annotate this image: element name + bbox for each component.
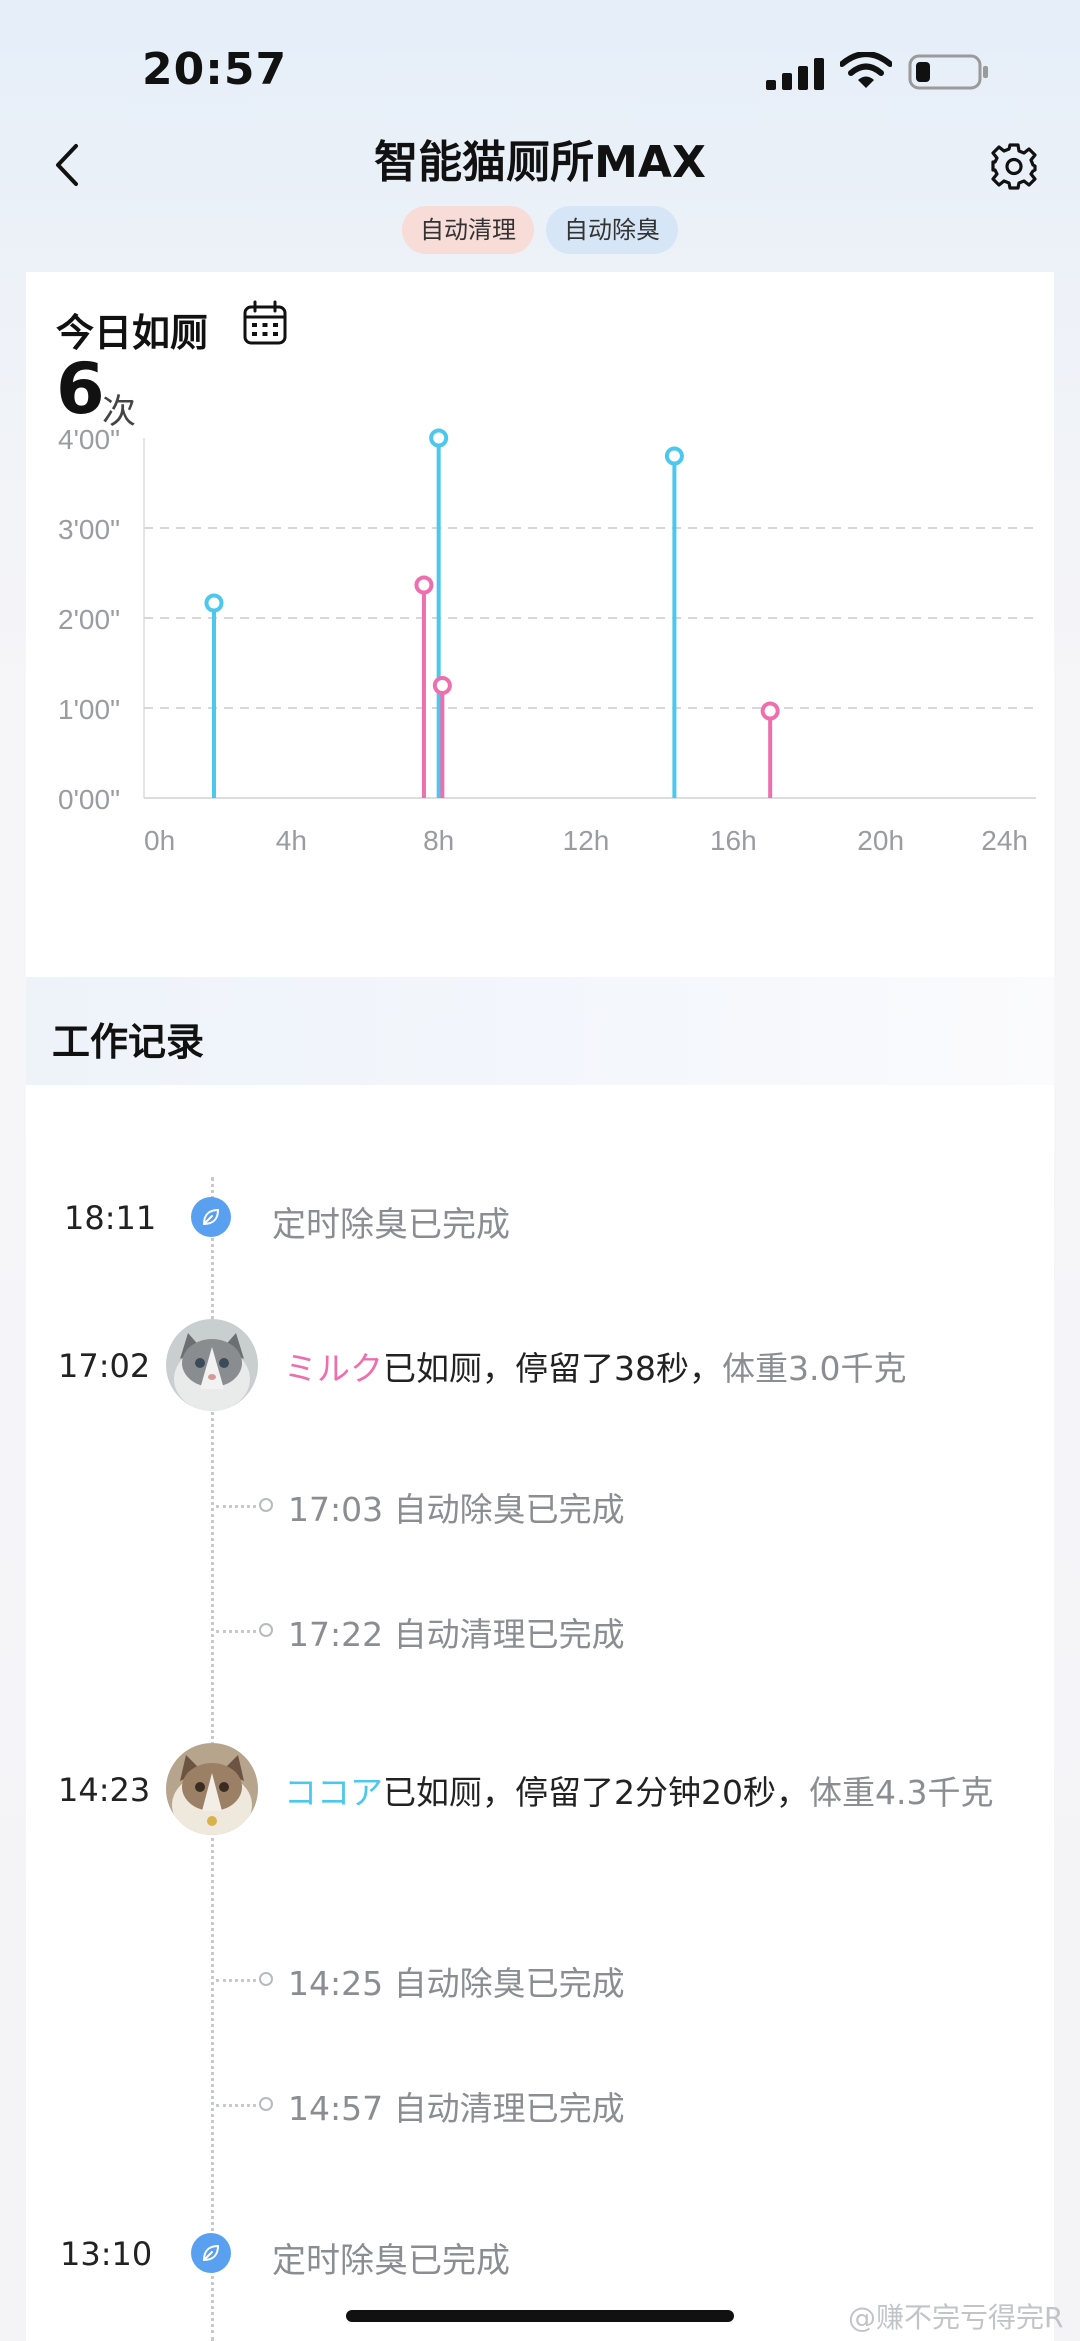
data-point [429, 428, 449, 448]
y-tick-label: 1'00" [58, 694, 120, 725]
y-tick-label: 4'00" [58, 424, 120, 455]
record-time: 18:11 [64, 1199, 157, 1237]
sub-event-text: 17:22 自动清理已完成 [288, 1615, 625, 1654]
sub-event-dot [259, 2097, 273, 2111]
x-tick-label: 24h [981, 825, 1028, 856]
deodorize-leaf-icon [191, 2233, 231, 2273]
today-usage-card: 今日如厕 6 次 0'00" 1'00" 2'00" 3'00" 4'00" 0h 4h 8h… [26, 272, 1054, 977]
x-tick-label: 8h [423, 825, 454, 856]
sub-event-text: 14:57 自动清理已完成 [288, 2089, 625, 2128]
y-tick-label: 0'00" [58, 784, 120, 815]
cat-name-link[interactable]: ミルク [284, 1349, 383, 1388]
records-title: 工作记录 [52, 1020, 205, 1064]
x-tick-label: 4h [276, 825, 307, 856]
settings-gear-icon[interactable] [990, 142, 1038, 190]
y-tick-label: 2'00" [58, 604, 120, 635]
x-tick-label: 12h [563, 825, 610, 856]
deodorize-leaf-icon [191, 1197, 231, 1237]
wifi-icon [840, 52, 892, 88]
x-tick-label: 20h [857, 825, 904, 856]
work-records-section: 工作记录 18:11 定时除臭已完成 17:02 ミルク已如厕，停留了38秒，体… [26, 977, 1054, 2341]
cat-weight: 体重3.0千克 [722, 1349, 907, 1388]
timeline-branch [216, 1505, 256, 1508]
sub-event-dot [259, 1623, 273, 1637]
feature-tags: 自动清理 自动除臭 [0, 206, 1080, 254]
timeline-branch [216, 2104, 256, 2107]
record-event-text: ココア已如厕，停留了2分钟20秒，体重4.3千克 [284, 1769, 1004, 1817]
status-time: 20:57 [142, 44, 288, 95]
data-point [204, 593, 224, 613]
calendar-icon[interactable] [242, 300, 288, 346]
cat-avatar-milk[interactable] [166, 1319, 258, 1411]
records-header: 工作记录 [26, 977, 1054, 1085]
battery-icon [908, 54, 988, 90]
data-point [414, 575, 434, 595]
sub-event-text: 14:25 自动除臭已完成 [288, 1964, 625, 2003]
tag-auto-clean: 自动清理 [402, 206, 534, 254]
sub-event-text: 17:03 自动除臭已完成 [288, 1490, 625, 1529]
x-tick-label: 16h [710, 825, 757, 856]
cat-avatar-cocoa[interactable] [166, 1743, 258, 1835]
record-text: 定时除臭已完成 [272, 2241, 510, 2281]
record-time: 14:23 [58, 1771, 151, 1809]
event-message: 已如厕，停留了2分钟20秒， [383, 1773, 809, 1812]
data-point [664, 446, 684, 466]
record-event-text: ミルク已如厕，停留了38秒，体重3.0千克 [284, 1345, 1004, 1393]
record-text: 定时除臭已完成 [272, 1205, 510, 1245]
home-indicator[interactable] [346, 2310, 734, 2322]
data-point [432, 676, 452, 695]
page-title: 智能猫厕所MAX [374, 137, 706, 188]
cellular-signal-icon [766, 58, 824, 90]
usage-chart: 0'00" 1'00" 2'00" 3'00" 4'00" 0h 4h 8h 12h 16h 20h… [58, 424, 1036, 856]
cat-weight: 体重4.3千克 [809, 1773, 994, 1812]
watermark: @赚不完亏得完R [848, 2301, 1064, 2334]
timeline-branch [216, 1979, 256, 1982]
sub-event-dot [259, 1498, 273, 1512]
record-time: 17:02 [58, 1347, 151, 1385]
y-tick-label: 3'00" [58, 514, 120, 545]
cat-name-link[interactable]: ココア [284, 1773, 383, 1812]
sub-event-dot [259, 1972, 273, 1986]
data-point [760, 701, 780, 721]
tag-auto-deodorize: 自动除臭 [546, 206, 678, 254]
status-bar: 20:57 [0, 0, 1080, 130]
x-tick-label: 0h [144, 825, 175, 856]
timeline-branch [216, 1630, 256, 1633]
record-time: 13:10 [60, 2235, 153, 2273]
event-message: 已如厕，停留了38秒， [383, 1349, 722, 1388]
